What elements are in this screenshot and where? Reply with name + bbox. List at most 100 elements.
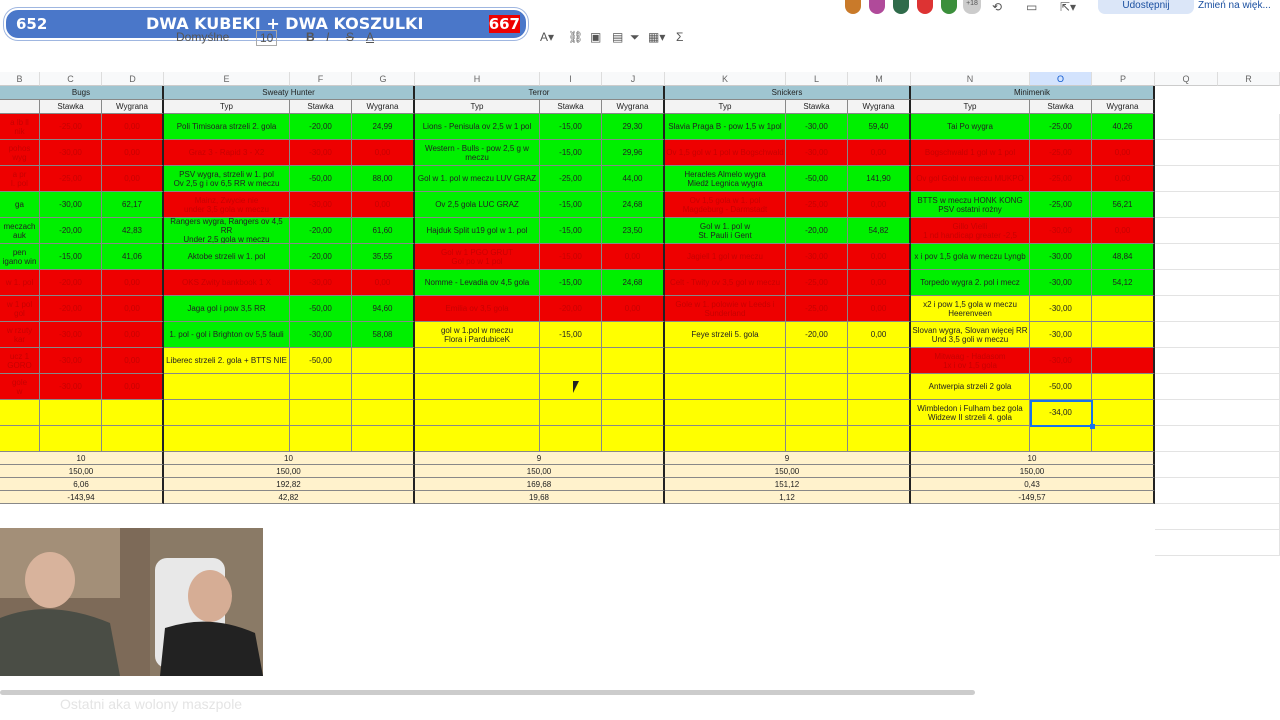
cell-bet-type[interactable] bbox=[665, 374, 786, 400]
column-header-f[interactable]: F bbox=[290, 72, 352, 86]
cell-stake[interactable]: -50,00 bbox=[786, 166, 848, 192]
cell-bet-type[interactable] bbox=[0, 400, 40, 426]
cell-bet-type[interactable]: Antwerpia strzeli 2 gola bbox=[911, 374, 1030, 400]
cell-stake[interactable] bbox=[1030, 426, 1092, 452]
cell-stake[interactable]: -30,00 bbox=[1030, 270, 1092, 296]
cell-winnings[interactable]: 0,00 bbox=[848, 270, 911, 296]
cell-winnings[interactable]: 0,00 bbox=[848, 140, 911, 166]
cell-bet-type[interactable]: Gol w 1. pol w St. Pauli i Gent bbox=[665, 218, 786, 244]
empty-cell[interactable] bbox=[1155, 244, 1280, 270]
cell-bet-type[interactable]: PSV wygra, strzeli w 1. pol Ov 2,5 g i o… bbox=[164, 166, 290, 192]
cell-stake[interactable] bbox=[786, 426, 848, 452]
cell-stake[interactable]: -30,00 bbox=[1030, 244, 1092, 270]
cell-stake[interactable]: -25,00 bbox=[1030, 140, 1092, 166]
cell-winnings[interactable]: 24,68 bbox=[602, 192, 665, 218]
cell-bet-type[interactable]: Ov 1,5 gol w 1 pol w Bogschwald bbox=[665, 140, 786, 166]
cell-stake[interactable]: -30,00 bbox=[290, 270, 352, 296]
cell-stake[interactable]: -15,00 bbox=[540, 114, 602, 140]
cell-bet-type[interactable]: Mainz, Zwycie nie under 3,5 gola w meczu bbox=[164, 192, 290, 218]
font-select[interactable]: Domyślne bbox=[176, 30, 229, 44]
empty-cell[interactable] bbox=[1155, 218, 1280, 244]
cell-winnings[interactable]: 0,00 bbox=[1092, 166, 1155, 192]
cell-winnings[interactable]: 59,40 bbox=[848, 114, 911, 140]
cell-bet-type[interactable]: Western - Bulls - pow 2,5 g w meczu bbox=[415, 140, 540, 166]
cell-stake[interactable]: -25,00 bbox=[786, 270, 848, 296]
cell-bet-type[interactable]: Jagiell 1 gol w meczu bbox=[665, 244, 786, 270]
avatar-count[interactable]: +18 bbox=[963, 0, 981, 14]
cell-stake[interactable]: -25,00 bbox=[40, 114, 102, 140]
cell-winnings[interactable]: 0,00 bbox=[602, 244, 665, 270]
cell-bet-type[interactable]: Gole w 1. polowie w Leeds i Sunderland bbox=[665, 296, 786, 322]
font-size-input[interactable]: 10 bbox=[256, 30, 278, 46]
cell-stake[interactable] bbox=[786, 348, 848, 374]
avatar[interactable] bbox=[845, 0, 861, 14]
cell-winnings[interactable]: 0,00 bbox=[102, 166, 164, 192]
cell-bet-type[interactable] bbox=[164, 400, 290, 426]
cell-stake[interactable]: -50,00 bbox=[290, 296, 352, 322]
cell-stake[interactable]: -30,00 bbox=[290, 140, 352, 166]
cell-stake[interactable]: -20,00 bbox=[40, 296, 102, 322]
italic-button[interactable]: I bbox=[326, 30, 329, 44]
empty-cell[interactable] bbox=[1155, 400, 1280, 426]
cell-stake[interactable]: -50,00 bbox=[290, 348, 352, 374]
cell-stake[interactable]: -30,00 bbox=[290, 322, 352, 348]
cell-bet-type[interactable] bbox=[665, 426, 786, 452]
cell-bet-type[interactable]: Nomme - Levadia ov 4,5 gola bbox=[415, 270, 540, 296]
cell-bet-type[interactable] bbox=[665, 400, 786, 426]
cell-winnings[interactable]: 0,00 bbox=[102, 270, 164, 296]
empty-cell[interactable] bbox=[1155, 140, 1280, 166]
cell-bet-type[interactable]: Ov 2,5 gola LUC GRAZ bbox=[415, 192, 540, 218]
cell-winnings[interactable]: 24,68 bbox=[602, 270, 665, 296]
cell-winnings[interactable]: 23,50 bbox=[602, 218, 665, 244]
cell-bet-type[interactable]: gol w 1.pol w meczu Flora i PardubiceK bbox=[415, 322, 540, 348]
empty-cell[interactable] bbox=[1155, 322, 1280, 348]
cell-stake[interactable]: -30,00 bbox=[290, 192, 352, 218]
cell-winnings[interactable] bbox=[1092, 296, 1155, 322]
cell-stake[interactable] bbox=[540, 426, 602, 452]
cell-bet-type[interactable]: a pr l. pol bbox=[0, 166, 40, 192]
cell-bet-type[interactable]: Torpedo wygra 2. pol i mecz bbox=[911, 270, 1030, 296]
cell-stake[interactable]: -20,00 bbox=[290, 114, 352, 140]
cell-winnings[interactable]: 40,26 bbox=[1092, 114, 1155, 140]
cell-stake[interactable] bbox=[290, 400, 352, 426]
history-icon[interactable]: ⟲ bbox=[992, 0, 1002, 14]
cell-stake[interactable]: -25,00 bbox=[540, 166, 602, 192]
column-header-m[interactable]: M bbox=[848, 72, 911, 86]
empty-cell[interactable] bbox=[1155, 270, 1280, 296]
cell-bet-type[interactable]: w 1. pol bbox=[0, 270, 40, 296]
cell-stake[interactable]: -20,00 bbox=[786, 218, 848, 244]
cell-winnings[interactable] bbox=[352, 374, 415, 400]
cell-winnings[interactable]: 88,00 bbox=[352, 166, 415, 192]
cell-bet-type[interactable] bbox=[0, 426, 40, 452]
cell-stake[interactable]: -20,00 bbox=[290, 244, 352, 270]
cell-winnings[interactable]: 94,60 bbox=[352, 296, 415, 322]
cell-stake[interactable] bbox=[40, 426, 102, 452]
cell-winnings[interactable]: 0,00 bbox=[102, 322, 164, 348]
cell-bet-type[interactable]: Gol w 1. pol w meczu LUV GRAZ bbox=[415, 166, 540, 192]
cell-stake[interactable] bbox=[290, 374, 352, 400]
cell-winnings[interactable] bbox=[848, 426, 911, 452]
cell-stake[interactable] bbox=[786, 374, 848, 400]
cell-bet-type[interactable] bbox=[911, 426, 1030, 452]
bold-button[interactable]: B bbox=[306, 30, 315, 44]
cell-bet-type[interactable]: Rangers wygra, Rangers ov 4,5 RR Under 2… bbox=[164, 218, 290, 244]
avatar[interactable] bbox=[917, 0, 933, 14]
cell-stake[interactable]: -30,00 bbox=[1030, 322, 1092, 348]
cell-winnings[interactable]: 58,08 bbox=[352, 322, 415, 348]
present-icon[interactable]: ⇱▾ bbox=[1060, 0, 1076, 14]
chart-icon[interactable]: ▤ bbox=[612, 30, 623, 44]
cell-stake[interactable]: -25,00 bbox=[1030, 166, 1092, 192]
cell-bet-type[interactable] bbox=[665, 348, 786, 374]
cell-bet-type[interactable]: pen igano win bbox=[0, 244, 40, 270]
cell-bet-type[interactable] bbox=[164, 374, 290, 400]
cell-bet-type[interactable]: Hajduk Split u19 gol w 1. pol bbox=[415, 218, 540, 244]
column-header-p[interactable]: P bbox=[1092, 72, 1155, 86]
cell-bet-type[interactable]: Gillo Vielli 1 nd handicap greater -2,5 bbox=[911, 218, 1030, 244]
cell-bet-type[interactable]: Feye strzeli 5. gola bbox=[665, 322, 786, 348]
cell-winnings[interactable]: 0,00 bbox=[102, 140, 164, 166]
empty-cell[interactable] bbox=[1155, 452, 1280, 478]
cell-winnings[interactable] bbox=[1092, 348, 1155, 374]
cell-bet-type[interactable]: Heracles Almelo wygra Miedź Legnica wygr… bbox=[665, 166, 786, 192]
cell-stake[interactable]: -15,00 bbox=[540, 140, 602, 166]
cell-winnings[interactable]: 0,00 bbox=[848, 296, 911, 322]
